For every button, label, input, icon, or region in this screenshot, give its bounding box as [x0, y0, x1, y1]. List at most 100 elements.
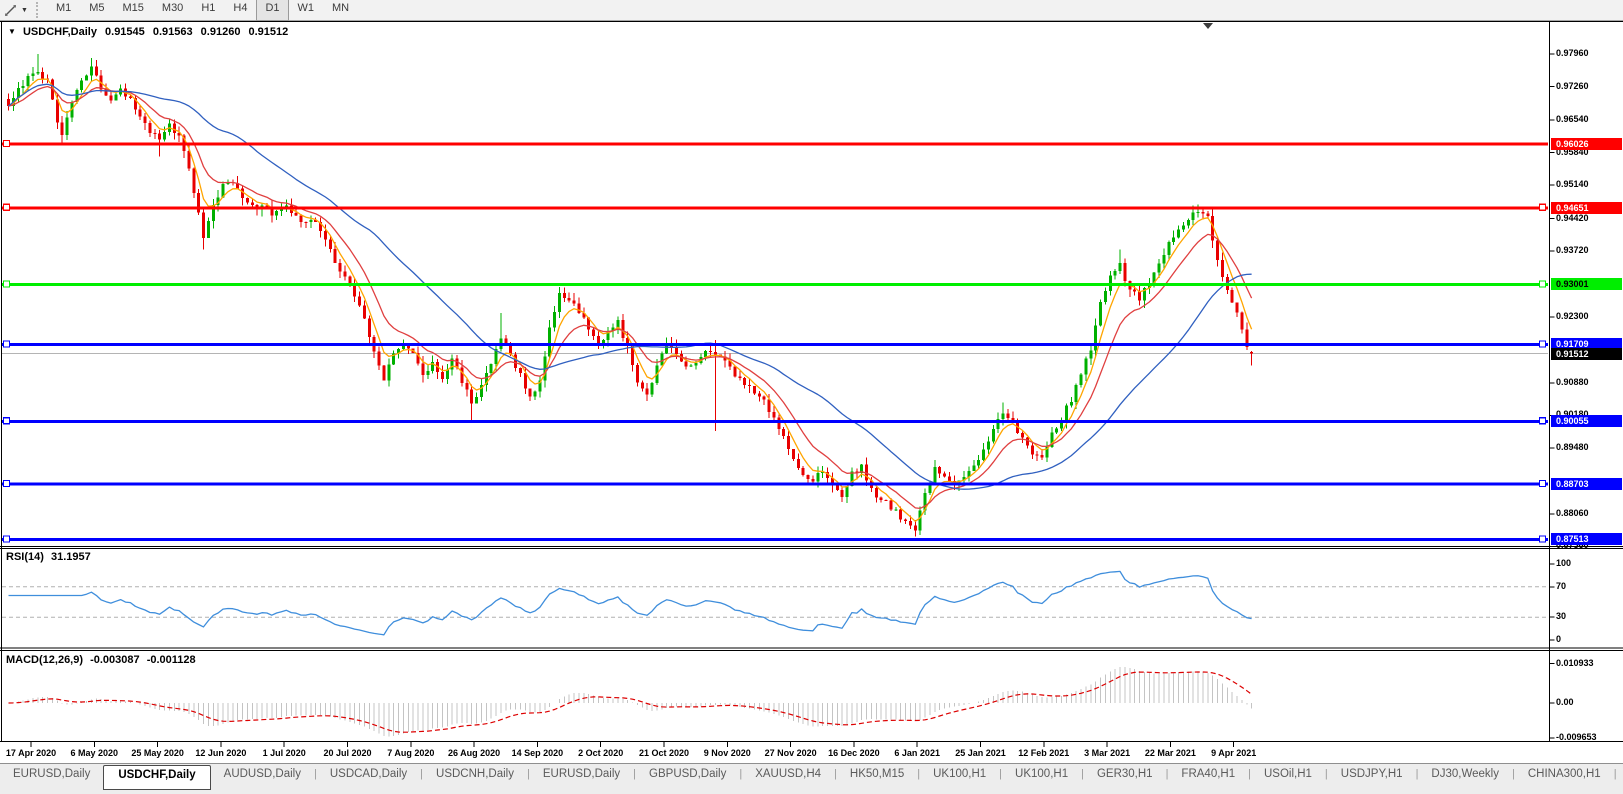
price-line-badge: 0.96026 — [1551, 137, 1622, 150]
date-axis-label: 2 Oct 2020 — [578, 748, 624, 758]
current-price-badge: 0.91512 — [1551, 347, 1622, 360]
date-axis-label: 6 May 2020 — [70, 748, 119, 758]
date-axis-label: 3 Mar 2021 — [1084, 748, 1131, 758]
date-axis-label: 12 Jun 2020 — [195, 748, 247, 758]
cursor-line-tool-button[interactable]: ▼ — [0, 0, 32, 20]
date-axis-label: 9 Apr 2021 — [1211, 748, 1257, 758]
price-axis-tick: 0.95140 — [1556, 179, 1589, 190]
symbol-tab-dj30-weekly[interactable]: DJ30,Weekly — [1418, 764, 1512, 786]
date-axis-label: 25 May 2020 — [131, 748, 184, 758]
date-axis-label: 27 Nov 2020 — [764, 748, 817, 758]
macd-name: MACD(12,26,9) — [6, 654, 84, 666]
date-axis-label: 6 Jan 2021 — [894, 748, 940, 758]
date-axis-label: 1 Jul 2020 — [262, 748, 306, 758]
date-axis-label: 7 Aug 2020 — [387, 748, 435, 758]
timeframe-button-m15[interactable]: M15 — [114, 0, 153, 21]
title-close: 0.91512 — [248, 26, 289, 38]
symbol-tab-usdchf-daily[interactable]: USDCHF,Daily — [103, 765, 211, 790]
symbol-tab-usdcnh-daily[interactable]: USDCNH,Daily — [423, 764, 527, 786]
timeframe-button-m5[interactable]: M5 — [80, 0, 113, 21]
chart-canvas[interactable] — [0, 0, 1623, 794]
symbol-tab-usoil-h1[interactable]: USOil,H1 — [1251, 764, 1325, 786]
symbol-tab-gbpusd-daily[interactable]: GBPUSD,Daily — [636, 764, 739, 786]
tool-dropdown-caret[interactable]: ▼ — [21, 7, 28, 14]
timeframe-button-m30[interactable]: M30 — [153, 0, 192, 21]
date-axis-label: 17 Apr 2020 — [5, 748, 57, 758]
symbol-tab-audusd-daily[interactable]: AUDUSD,Daily — [211, 764, 314, 786]
macd-signal-line — [8, 671, 1252, 733]
symbol-tab-uk100-h1[interactable]: UK100,H1 — [920, 764, 999, 786]
timeframe-button-h1[interactable]: H1 — [192, 0, 224, 21]
date-axis-label: 26 Aug 2020 — [447, 748, 501, 758]
rsi-panel — [2, 570, 1548, 636]
macd-axis-tick: 0.010933 — [1556, 657, 1594, 668]
price-axis-tick: 0.93720 — [1556, 245, 1589, 256]
macd-main-value: -0.003087 — [90, 654, 140, 666]
price-axis-tick: 0.97960 — [1556, 48, 1589, 59]
axis-ticks — [1549, 53, 1555, 739]
date-axis-label: 12 Feb 2021 — [1018, 748, 1070, 758]
title-high: 0.91563 — [152, 26, 193, 38]
timeframe-button-m1[interactable]: M1 — [47, 0, 80, 21]
price-line-badge: 0.94651 — [1551, 201, 1622, 214]
date-axis-label: 21 Oct 2020 — [638, 748, 690, 758]
price-line-badge: 0.93001 — [1551, 278, 1622, 291]
symbol-tab-uk100-h1[interactable]: UK100,H1 — [1002, 764, 1081, 786]
macd-indicator-label: MACD(12,26,9) -0.003087 -0.001128 — [6, 654, 196, 666]
rsi-axis-tick: 30 — [1556, 611, 1567, 622]
candles — [7, 54, 1254, 537]
timeframe-button-w1[interactable]: W1 — [289, 0, 324, 21]
rsi-value: 31.1957 — [50, 551, 91, 563]
symbol-tab-usdjpy-h1[interactable]: USDJPY,H1 — [1328, 764, 1416, 786]
price-line-badge: 0.87513 — [1551, 533, 1622, 546]
rsi-axis-tick: 70 — [1556, 580, 1567, 591]
date-axis-label: 16 Dec 2020 — [828, 748, 880, 758]
panel-borders — [0, 21, 1623, 742]
symbol-tab-china300-h1[interactable]: CHINA300,H1 — [1515, 764, 1614, 786]
ma-line-1 — [8, 85, 1253, 510]
symbol-tab-ger30-h1[interactable]: GER30,H1 — [1084, 764, 1166, 786]
price-line-badge: 0.88703 — [1551, 478, 1622, 491]
toolbar-drag-handle — [35, 2, 43, 18]
timeframe-button-h4[interactable]: H4 — [224, 0, 256, 21]
macd-axis-tick: 0.00 — [1556, 697, 1574, 707]
date-axis-label: 22 Mar 2021 — [1144, 748, 1196, 758]
symbol-tab-eurusd-daily[interactable]: EURUSD,Daily — [530, 764, 633, 786]
symbol-tab-hk50-m15[interactable]: HK50,M15 — [837, 764, 917, 786]
date-axis-label: 14 Sep 2020 — [511, 748, 564, 758]
date-ticks — [30, 742, 1235, 747]
title-low: 0.91260 — [200, 26, 241, 38]
chart-title: ▼ USDCHF,Daily 0.91545 0.91563 0.91260 0… — [8, 26, 288, 38]
symbol-tab-xauusd-h4[interactable]: XAUUSD,H4 — [742, 764, 834, 786]
price-axis-tick: 0.90880 — [1556, 376, 1589, 387]
timeframe-button-d1[interactable]: D1 — [256, 0, 289, 21]
date-axis-label: 25 Jan 2021 — [955, 748, 1006, 758]
price-axis-tick: 0.96540 — [1556, 114, 1589, 125]
chart-shift-marker — [1203, 23, 1213, 29]
symbol-tab-fra40-h1[interactable]: FRA40,H1 — [1168, 764, 1248, 786]
title-caret-icon: ▼ — [8, 27, 16, 36]
toolbar: ▼ M1 M5 M15 M30 H1 H4 D1 W1 MN — [0, 0, 1623, 21]
macd-axis-tick: -0.009653 — [1556, 731, 1597, 742]
price-axis-tick: 0.89480 — [1556, 441, 1589, 452]
rsi-name: RSI(14) — [6, 551, 44, 563]
macd-histogram — [12, 666, 1253, 737]
rsi-indicator-label: RSI(14) 31.1957 — [6, 551, 91, 563]
price-axis-tick: 0.97260 — [1556, 80, 1589, 91]
macd-signal-value: -0.001128 — [146, 654, 196, 666]
price-line-badge: 0.90055 — [1551, 415, 1622, 428]
timeframe-button-mn[interactable]: MN — [323, 0, 358, 21]
price-axis-tick: 0.94420 — [1556, 212, 1589, 223]
price-axis-tick: 0.92300 — [1556, 310, 1589, 321]
symbol-tab-u[interactable]: U — [1617, 764, 1623, 786]
date-axis-label: 20 Jul 2020 — [323, 748, 372, 758]
price-axis-tick: 0.88060 — [1556, 507, 1589, 518]
symbol-tab-eurusd-daily[interactable]: EURUSD,Daily — [0, 764, 103, 786]
rsi-axis-tick: 100 — [1556, 558, 1572, 568]
horizontal-lines[interactable] — [2, 139, 1548, 543]
symbol-tab-bar: EURUSD,Daily USDCHF,Daily AUDUSD,Daily | USD… — [0, 763, 1623, 794]
date-axis-label: 9 Nov 2020 — [703, 748, 751, 758]
symbol-tab-usdcad-daily[interactable]: USDCAD,Daily — [317, 764, 420, 786]
title-open: 0.91545 — [105, 26, 145, 38]
rsi-axis-tick: 0 — [1556, 634, 1562, 644]
